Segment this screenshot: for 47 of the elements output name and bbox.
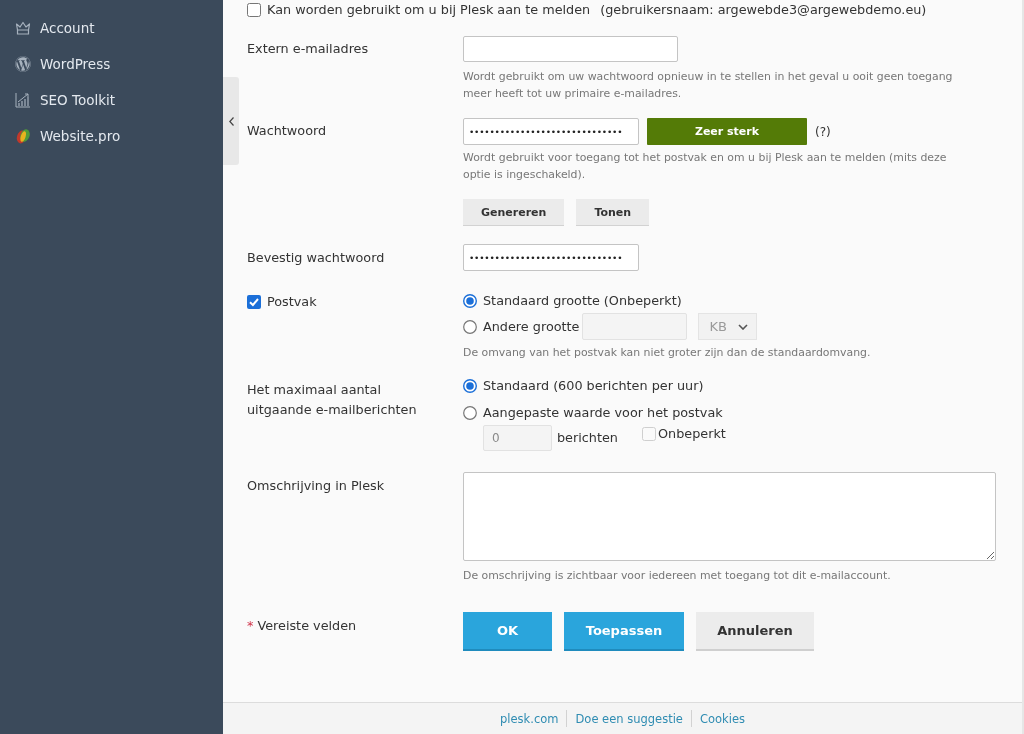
crown-icon	[15, 20, 31, 36]
field-hint: Wordt gebruikt om uw wachtwoord opnieuw in te stellen in het geval u ooit geen toegang meer heeft tot uw primaire e-mailadres.	[463, 69, 954, 102]
radio-button[interactable]	[463, 319, 477, 334]
checkbox[interactable]	[247, 3, 261, 17]
chevron-left-icon	[228, 116, 234, 126]
radio-button[interactable]	[463, 406, 477, 420]
checkbox-label: Kan worden gebruikt om u bij Plesk aan te melden	[267, 1, 591, 19]
field-label: Bevestig wachtwoord	[247, 249, 385, 267]
footer-link[interactable]: plesk.com	[500, 711, 559, 726]
sidebar-item[interactable]: Account	[0, 10, 103, 46]
secondary-button[interactable]: Genereren	[463, 199, 565, 226]
required-marker: *	[247, 617, 254, 635]
field-hint: Wordt gebruikt voor toegang tot het postvak en om u bij Plesk aan te melden (mits deze optie is ingeschakeld).	[463, 150, 948, 183]
leaf-logo-icon	[15, 128, 31, 144]
radio-button[interactable]	[463, 294, 477, 308]
chart-icon	[15, 92, 31, 108]
radio-label: Andere grootte	[483, 317, 580, 336]
password-input[interactable]: ••••••••••••••••••••••••••••••	[463, 118, 639, 145]
help-link[interactable]: (?)	[815, 124, 831, 139]
radio-label: Standaard (600 berichten per uur)	[483, 377, 704, 395]
field-label: Wachtwoord	[247, 122, 327, 140]
secondary-button[interactable]: Tonen	[576, 199, 650, 226]
cancel-button[interactable]: Annuleren	[696, 612, 814, 651]
checkbox-label: Postvak	[267, 293, 317, 311]
footer-link[interactable]: Doe een suggestie	[575, 711, 683, 726]
footer-link[interactable]: Cookies	[699, 711, 745, 726]
radio-label: Aangepaste waarde voor het postvak	[483, 404, 723, 422]
email-input[interactable]	[463, 36, 678, 62]
unit-label: berichten	[557, 429, 618, 447]
strength-indicator: Zeer sterk	[647, 118, 807, 145]
field-label: Omschrijving in Plesk	[247, 477, 385, 495]
checkbox[interactable]	[247, 295, 261, 309]
sidebar-item[interactable]: Website.pro	[0, 118, 129, 154]
sidebar-item[interactable]: SEO Toolkit	[0, 82, 124, 118]
field-label: Extern e-mailadres	[247, 40, 369, 58]
sidebar-item[interactable]: WordPress	[0, 46, 119, 82]
radio-label: Standaard grootte (Onbeperkt)	[483, 292, 682, 310]
radio-button[interactable]	[463, 379, 477, 393]
chevron-down-icon	[738, 323, 749, 330]
required-note: Vereiste velden	[257, 617, 357, 635]
password-input[interactable]: ••••••••••••••••••••••••••••••	[463, 244, 639, 271]
field-hint: De omschrijving is zichtbaar voor iedereen met toegang tot dit e-mailaccount.	[463, 568, 892, 584]
wordpress-icon	[15, 56, 31, 72]
username-note: (gebruikersnaam: argewebde3@argewebdemo.eu)	[600, 1, 927, 19]
checkbox-label: Onbeperkt	[657, 425, 726, 443]
field-hint: De omvang van het postvak kan niet groter zijn dan de standaardomvang.	[463, 345, 872, 361]
field-label: Het maximaal aantal uitgaande e-mailberichten	[247, 381, 418, 419]
